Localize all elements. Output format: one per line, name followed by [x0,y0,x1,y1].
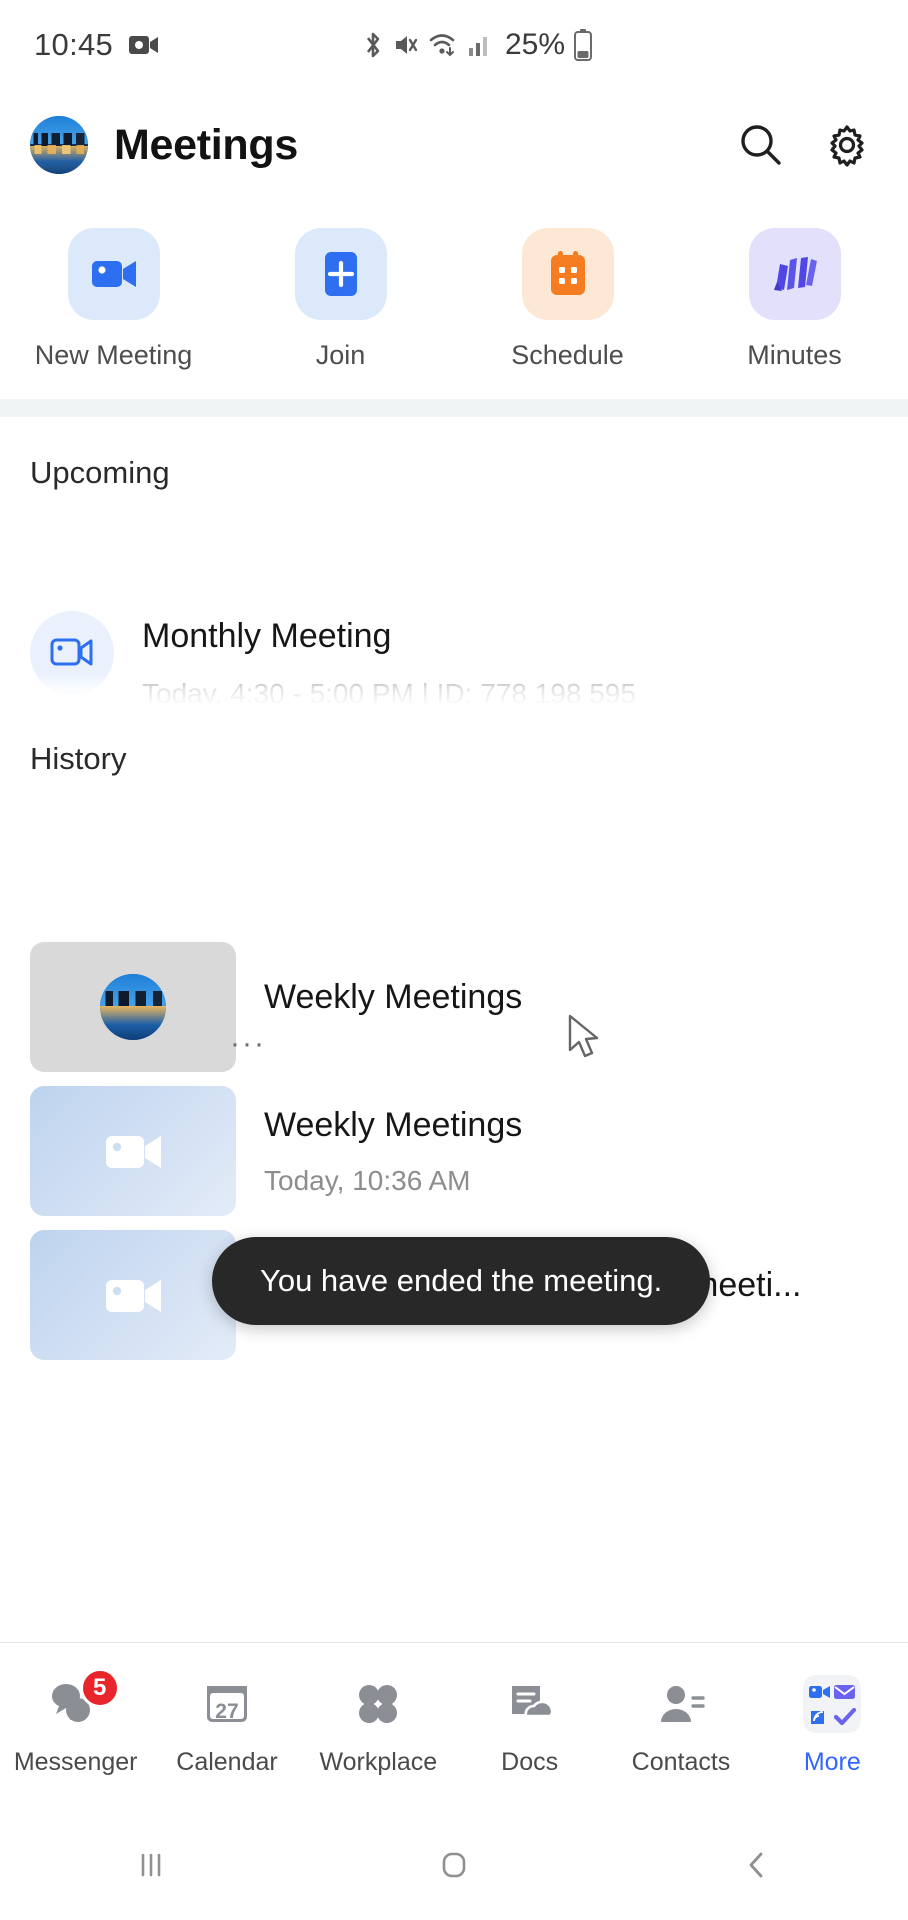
bottom-navigation: 5 Messenger 27 Calendar Workplace Docs C… [0,1642,908,1810]
upcoming-section-title: Upcoming [30,455,170,490]
history-section-title: History [30,741,127,776]
upcoming-text: Monthly Meeting Today, 4:30 - 5:00 PM | … [142,611,636,710]
video-record-icon [129,34,159,56]
status-bar-right: 25% [362,28,593,62]
more-apps-icon [803,1675,862,1733]
section-divider [0,399,908,417]
list-item[interactable]: Weekly Meetings ··· [0,935,908,1079]
more-options-icon[interactable]: ··· [230,1027,266,1061]
meeting-time: Today, 10:36 AM [264,1164,471,1196]
meeting-thumbnail [30,1230,236,1360]
quick-actions: New Meeting Join Schedule Minutes [0,200,908,381]
video-camera-icon [90,254,138,294]
cellular-signal-icon [467,32,491,58]
nav-item-messenger[interactable]: 5 Messenger [0,1668,151,1777]
status-time: 10:45 [34,27,114,62]
nav-label: Messenger [13,1748,138,1776]
messenger-icon: 5 [48,1668,120,1732]
meeting-thumbnail [30,942,236,1072]
avatar [100,974,166,1040]
video-camera-icon [50,636,94,670]
battery-percent: 25% [504,28,566,61]
meeting-title: Weekly Meetings [264,977,523,1016]
mouse-cursor [568,1014,604,1067]
upcoming-title: Monthly Meeting [142,617,392,655]
upcoming-subtitle: Today, 4:30 - 5:00 PM | ID: 778 198 595 [142,678,636,709]
broadcast-icon [810,1710,824,1724]
nav-item-contacts[interactable]: Contacts [605,1676,756,1777]
mute-icon [393,30,419,60]
list-item[interactable]: Weekly Meetings Today, 10:36 AM [0,1079,908,1223]
badge-count: 5 [79,1668,120,1708]
check-icon [833,1707,856,1725]
new-meeting-tile[interactable] [67,228,160,320]
upcoming-list: Monthly Meeting Today, 4:30 - 5:00 PM | … [0,491,908,741]
back-icon[interactable] [697,1843,817,1887]
nav-item-more[interactable]: More [757,1675,908,1777]
action-label: New Meeting [34,340,193,370]
action-minutes[interactable]: Minutes [681,228,908,371]
plus-icon [322,250,360,298]
home-icon[interactable] [394,1843,514,1887]
action-label: Minutes [747,340,842,370]
gear-icon[interactable] [824,122,870,168]
minutes-icon [770,252,820,296]
status-bar-left: 10:45 [34,27,159,63]
avatar[interactable] [30,116,88,174]
recents-icon[interactable] [91,1843,211,1887]
app-header: Meetings [0,90,908,200]
nav-label: Docs [501,1748,559,1776]
action-new-meeting[interactable]: New Meeting [0,228,227,371]
action-label: Join [315,340,366,370]
status-bar: 10:45 25% [0,0,908,90]
minutes-tile[interactable] [748,228,841,320]
meeting-thumbnail [30,1086,236,1216]
page-title: Meetings [114,120,298,169]
calendar-icon: 27 [202,1676,252,1732]
header-actions [738,122,878,168]
join-tile[interactable] [294,228,387,320]
toast-message: You have ended the meeting. [212,1237,711,1325]
battery-icon [574,29,593,61]
nav-label: Workplace [319,1748,438,1776]
meeting-title: Weekly Meetings [264,1105,523,1144]
calendar-icon [548,251,588,297]
search-icon[interactable] [738,122,784,168]
nav-label: More [803,1748,861,1776]
action-label: Schedule [511,340,624,370]
action-join[interactable]: Join [227,228,454,371]
video-camera-icon [808,1685,830,1698]
nav-item-docs[interactable]: Docs [454,1676,605,1777]
nav-item-workplace[interactable]: Workplace [303,1676,454,1777]
system-navigation-bar [0,1810,908,1920]
nav-item-calendar[interactable]: 27 Calendar [151,1676,302,1777]
upcoming-icon-wrap [30,611,114,695]
schedule-tile[interactable] [521,228,614,320]
docs-cloud-icon [506,1676,554,1732]
video-camera-icon [102,1127,164,1175]
meeting-info: Weekly Meetings Today, 10:36 AM [264,1106,878,1197]
wifi-icon [428,32,458,58]
nav-label: Calendar [176,1748,278,1776]
envelope-icon [833,1684,855,1699]
calendar-day: 27 [215,1700,239,1723]
contacts-icon [657,1676,705,1732]
nav-label: Contacts [631,1748,731,1776]
upcoming-item[interactable]: Monthly Meeting Today, 4:30 - 5:00 PM | … [30,611,878,710]
action-schedule[interactable]: Schedule [454,228,681,371]
video-camera-icon [102,1271,164,1319]
workplace-grid-icon [354,1676,402,1732]
bluetooth-icon [362,30,384,60]
